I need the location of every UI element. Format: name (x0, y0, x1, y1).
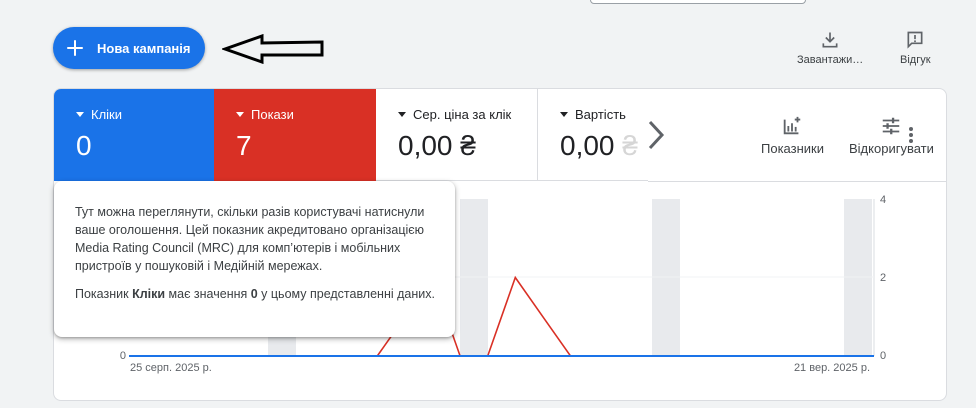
feedback-icon (907, 31, 923, 49)
metric-label: Сер. ціна за клік (413, 107, 512, 122)
indicators-label: Показники (761, 141, 824, 156)
tooltip-summary: Показник Кліки має значення 0 у цьому пр… (75, 287, 435, 301)
adjust-button[interactable]: Відкоригувати (849, 115, 934, 156)
right-tick-label: 4 (880, 194, 886, 206)
tooltip-text: Тут можна переглянути, скільки разів кор… (75, 205, 425, 273)
dropdown-icon (236, 112, 244, 117)
dropdown-icon (560, 112, 568, 117)
annotation-arrow-icon (222, 34, 324, 64)
metric-value: 0 (76, 130, 92, 161)
chevron-right-icon[interactable] (646, 119, 666, 151)
plus-icon (65, 38, 85, 58)
feedback-label: Відгук (900, 54, 931, 66)
x-start-label: 25 серп. 2025 р. (130, 362, 212, 374)
metric-cost[interactable]: Вартість 0,00 ₴ (538, 89, 648, 181)
new-campaign-label: Нова кампанія (97, 40, 191, 56)
tune-icon (883, 117, 900, 135)
download-button[interactable]: Завантажи… (797, 30, 863, 66)
right-tick-label: 0 (880, 350, 886, 362)
metric-avg-cpc[interactable]: Сер. ціна за клік 0,00 ₴ (376, 89, 538, 181)
metric-value: 0,00 ₴ (560, 130, 638, 161)
metric-clicks[interactable]: Кліки 0 (54, 89, 214, 181)
add-chart-icon (784, 116, 801, 135)
download-icon (822, 32, 838, 48)
metric-label: Кліки (91, 107, 122, 122)
adjust-label: Відкоригувати (849, 141, 934, 156)
x-end-label: 21 вер. 2025 р. (794, 362, 870, 374)
metric-tooltip: Тут можна переглянути, скільки разів кор… (54, 181, 455, 337)
new-campaign-button[interactable]: Нова кампанія (53, 27, 205, 69)
download-label: Завантажи… (797, 54, 864, 66)
indicators-button[interactable]: Показники (761, 115, 824, 156)
metric-label: Покази (251, 107, 294, 122)
metric-impressions[interactable]: Покази 7 (214, 89, 376, 181)
dropdown-icon (76, 112, 84, 117)
metric-value: 0,00 ₴ (398, 130, 476, 161)
metric-label: Вартість (575, 107, 626, 122)
right-tick-label: 2 (880, 272, 886, 284)
more-vert-icon[interactable] (908, 125, 914, 145)
feedback-button[interactable]: Відгук (900, 30, 931, 66)
metric-value: 7 (236, 130, 252, 161)
metric-actions-bar: Показники Відкоригувати (648, 89, 946, 182)
left-tick-label: 0 (120, 350, 126, 362)
search-field-edge[interactable] (590, 0, 806, 4)
dropdown-icon (398, 112, 406, 117)
